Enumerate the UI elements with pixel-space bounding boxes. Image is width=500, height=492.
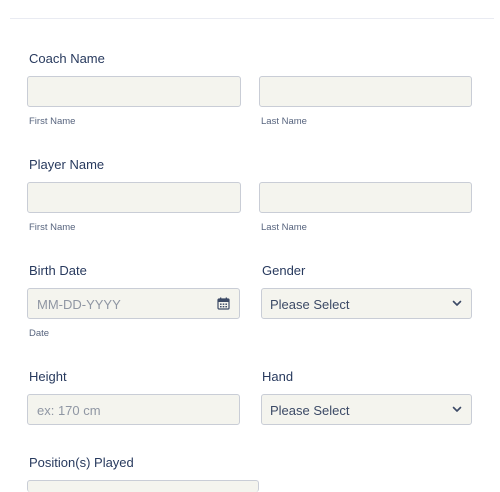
coach-last-name-sublabel: Last Name [261, 116, 307, 127]
birth-date-sublabel: Date [29, 328, 50, 339]
positions-played-select[interactable] [27, 480, 259, 492]
coach-last-name-input[interactable] [259, 76, 472, 107]
hand-selected-value: Please Select [270, 403, 350, 418]
coach-name-label: Coach Name [29, 51, 105, 66]
player-last-name-sublabel: Last Name [261, 222, 307, 233]
gender-select[interactable]: Please Select [261, 288, 472, 319]
birth-date-label: Birth Date [29, 263, 87, 278]
gender-label: Gender [262, 263, 306, 278]
top-divider [10, 18, 494, 19]
player-first-name-sublabel: First Name [29, 222, 76, 233]
positions-played-label: Position(s) Played [29, 455, 134, 470]
height-label: Height [29, 369, 67, 384]
player-last-name-input[interactable] [259, 182, 472, 213]
birth-date-placeholder: MM-DD-YYYY [37, 297, 121, 312]
height-placeholder: ex: 170 cm [37, 403, 101, 418]
player-name-label: Player Name [29, 157, 105, 172]
gender-selected-value: Please Select [270, 297, 350, 312]
coach-first-name-sublabel: First Name [29, 116, 76, 127]
hand-select[interactable]: Please Select [261, 394, 472, 425]
hand-label: Hand [262, 369, 294, 384]
calendar-icon[interactable] [217, 297, 230, 310]
height-input[interactable]: ex: 170 cm [27, 394, 240, 425]
coach-first-name-input[interactable] [27, 76, 241, 107]
birth-date-input[interactable]: MM-DD-YYYY [27, 288, 240, 319]
chevron-down-icon [452, 300, 462, 306]
player-first-name-input[interactable] [27, 182, 241, 213]
chevron-down-icon [452, 406, 462, 412]
